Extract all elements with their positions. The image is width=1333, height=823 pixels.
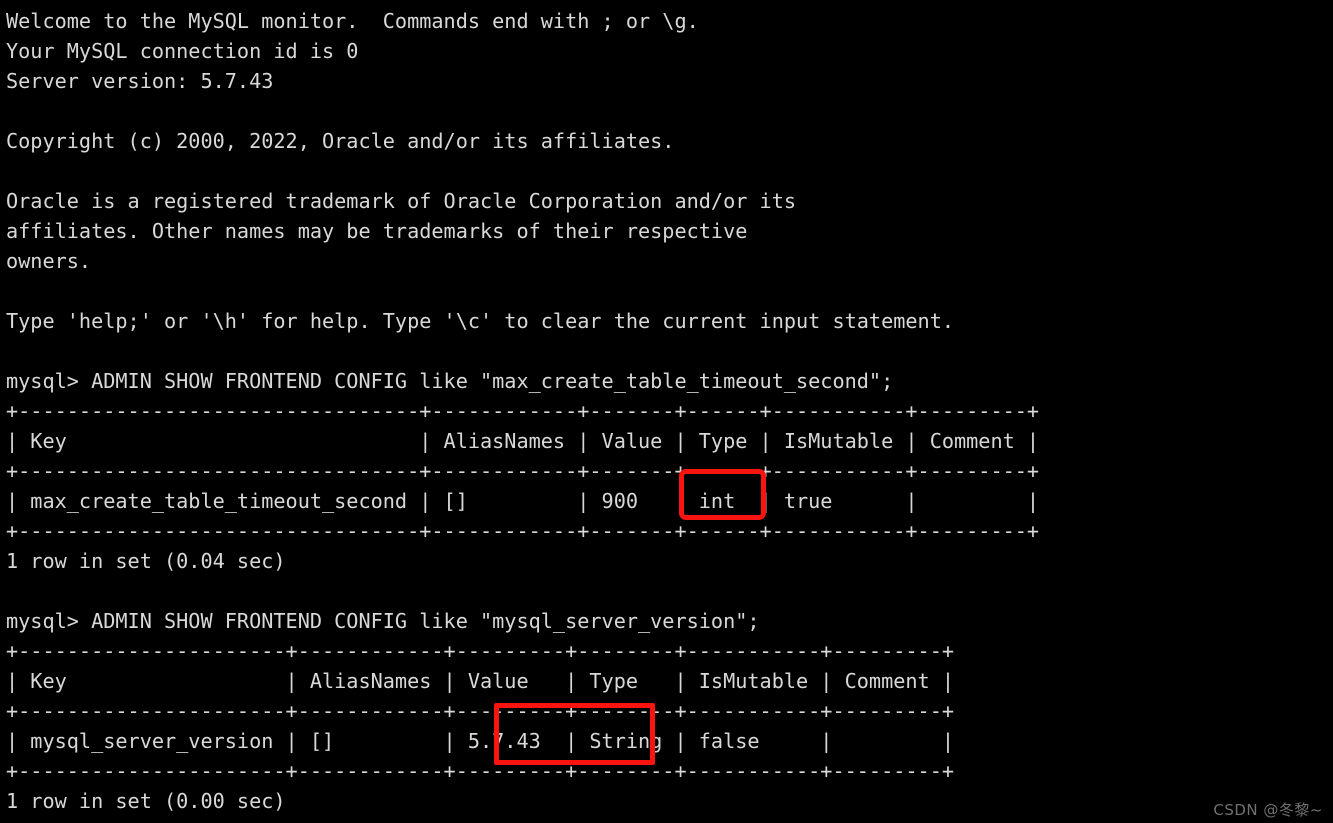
terminal-window: Welcome to the MySQL monitor. Commands e… [0, 0, 1333, 823]
terminal-output[interactable]: Welcome to the MySQL monitor. Commands e… [6, 6, 1333, 816]
csdn-watermark: CSDN @冬黎~ [1213, 801, 1323, 819]
